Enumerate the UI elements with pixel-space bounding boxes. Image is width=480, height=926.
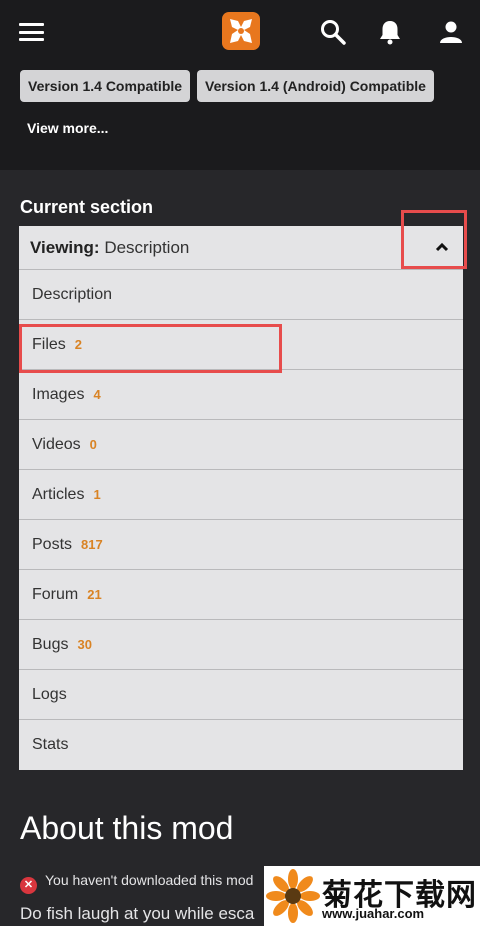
viewing-value: Description <box>104 238 190 257</box>
section-item-count: 817 <box>81 537 103 552</box>
tags-panel: Version 1.4 Compatible Version 1.4 (Andr… <box>0 64 480 170</box>
section-item-count: 1 <box>93 487 101 502</box>
watermark-banner: 菊花下载网 www.juahar.com <box>264 866 480 926</box>
section-item-count: 0 <box>89 437 97 452</box>
section-item-label: Description <box>32 286 113 303</box>
view-more-link[interactable]: View more... <box>27 120 108 136</box>
tag-version-compatible[interactable]: Version 1.4 Compatible <box>20 70 191 102</box>
section-item-label: Bugs <box>32 636 69 653</box>
bell-icon[interactable] <box>376 18 404 46</box>
section-item-logs[interactable]: Logs <box>19 670 463 720</box>
download-warning: ✕ You haven't downloaded this mod <box>20 872 253 894</box>
section-item-images[interactable]: Images 4 <box>19 370 463 420</box>
mod-description: Do fish laugh at you while esca <box>20 904 255 923</box>
current-section-title: Current section <box>20 197 154 217</box>
viewing-label: Viewing: <box>30 238 100 257</box>
section-item-videos[interactable]: Videos 0 <box>19 420 463 470</box>
flower-icon <box>266 869 320 923</box>
error-x-icon: ✕ <box>20 877 37 894</box>
section-item-bugs[interactable]: Bugs 30 <box>19 620 463 670</box>
about-title: About this mod <box>20 810 234 846</box>
section-item-articles[interactable]: Articles 1 <box>19 470 463 520</box>
user-icon[interactable] <box>437 18 465 46</box>
download-warning-text: You haven't downloaded this mod <box>45 872 254 888</box>
search-icon[interactable] <box>319 18 347 46</box>
section-item-count: 30 <box>77 637 92 652</box>
top-navigation-bar <box>0 0 480 64</box>
section-item-label: Images <box>32 386 85 403</box>
section-dropdown: Viewing: Description Description Files 2 … <box>19 226 463 770</box>
watermark-url: www.juahar.com <box>322 906 425 921</box>
section-item-label: Articles <box>32 486 85 503</box>
chevron-up-icon <box>435 242 449 252</box>
section-dropdown-toggle[interactable]: Viewing: Description <box>19 226 463 270</box>
section-item-description[interactable]: Description <box>19 270 463 320</box>
section-item-files[interactable]: Files 2 <box>19 320 463 370</box>
section-item-posts[interactable]: Posts 817 <box>19 520 463 570</box>
tag-version-android-compatible[interactable]: Version 1.4 (Android) Compatible <box>197 70 434 102</box>
hamburger-menu-icon[interactable] <box>19 23 44 41</box>
section-item-count: 21 <box>87 587 102 602</box>
section-item-label: Files <box>32 336 66 353</box>
section-item-forum[interactable]: Forum 21 <box>19 570 463 620</box>
section-item-count: 4 <box>93 387 101 402</box>
section-item-count: 2 <box>74 337 83 352</box>
section-item-label: Forum <box>32 586 79 603</box>
section-item-label: Videos <box>32 436 81 453</box>
section-item-label: Logs <box>32 686 67 703</box>
section-item-label: Posts <box>32 536 73 553</box>
nexus-logo-icon[interactable] <box>221 10 261 52</box>
section-item-label: Stats <box>32 736 69 753</box>
section-item-stats[interactable]: Stats <box>19 720 463 770</box>
